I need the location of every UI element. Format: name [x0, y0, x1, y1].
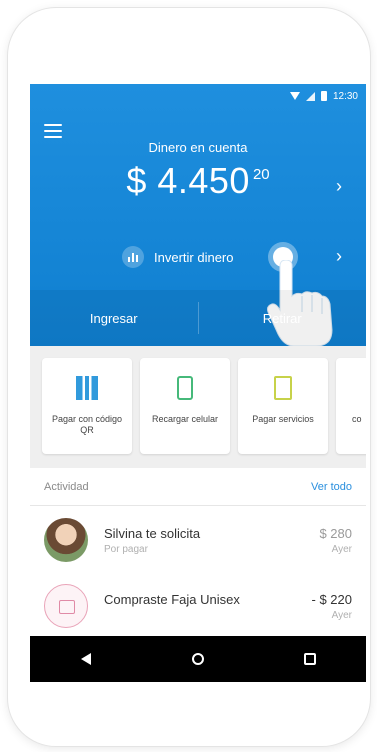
shortcuts-row: Pagar con código QR Recargar celular Pag… [30, 346, 366, 468]
activity-row[interactable]: Silvina te solicita Por pagar $ 280 Ayer [30, 508, 366, 572]
shortcut-more[interactable]: co [336, 358, 366, 454]
phone-recharge-icon [177, 376, 193, 400]
shortcut-recharge-phone[interactable]: Recargar celular [140, 358, 230, 454]
shortcut-label: Recargar celular [151, 414, 219, 424]
invest-label: Invertir dinero [154, 249, 234, 265]
recents-icon [304, 653, 316, 665]
android-nav-bar [30, 636, 366, 682]
balance-label: Dinero en cuenta [148, 140, 248, 155]
recents-button[interactable] [290, 644, 330, 674]
shopping-bag-icon [44, 584, 88, 628]
home-button[interactable] [178, 644, 218, 674]
account-header: 12:30 Dinero en cuenta $ 4.450 20 › Inver… [30, 84, 366, 346]
activity-subtitle: Por pagar [104, 544, 148, 555]
home-icon [192, 653, 204, 665]
activity-title-text: Compraste Faja Unisex [104, 592, 240, 607]
shortcut-pay-qr[interactable]: Pagar con código QR [42, 358, 132, 454]
back-icon [81, 653, 91, 665]
activity-title: Actividad [44, 480, 89, 493]
qr-code-icon [76, 376, 98, 400]
activity-date: Ayer [331, 544, 352, 555]
balance-main: $ 4.450 [126, 160, 250, 201]
back-button[interactable] [66, 644, 106, 674]
bill-icon [274, 376, 292, 400]
signal-icon [305, 91, 315, 101]
activity-row[interactable]: Compraste Faja Unisex - $ 220 Ayer [30, 574, 366, 638]
account-actions: Ingresar Retirar [30, 290, 366, 346]
activity-date: Ayer [331, 610, 352, 621]
balance-amount: $ 4.450 20 [30, 160, 366, 202]
invest-button[interactable]: Invertir dinero [122, 246, 233, 268]
chart-bars-icon [122, 246, 144, 268]
avatar [44, 518, 88, 562]
status-time: 12:30 [332, 90, 358, 102]
wifi-icon [289, 92, 300, 100]
shortcut-label: Pagar servicios [252, 414, 314, 424]
deposit-button[interactable]: Ingresar [30, 290, 198, 346]
shortcut-pay-services[interactable]: Pagar servicios [238, 358, 328, 454]
activity-header: Actividad Ver todo [30, 468, 366, 506]
battery-icon [320, 91, 327, 101]
see-all-link[interactable]: Ver todo [311, 481, 352, 493]
activity-title-text: Silvina te solicita [104, 526, 201, 541]
balance-cents: 20 [252, 166, 270, 183]
activity-amount: - $ 220 [311, 592, 352, 607]
invest-chevron-icon[interactable]: › [336, 246, 342, 267]
app-screen: 12:30 Dinero en cuenta $ 4.450 20 › Inver… [30, 84, 366, 682]
withdraw-button[interactable]: Retirar [199, 290, 367, 346]
status-bar: 12:30 [289, 88, 358, 104]
balance-chevron-icon[interactable]: › [336, 176, 342, 197]
menu-icon[interactable] [44, 124, 62, 138]
activity-amount: $ 280 [319, 526, 352, 541]
shortcut-label: Pagar con código QR [51, 414, 123, 435]
shortcut-label: co [352, 414, 362, 424]
